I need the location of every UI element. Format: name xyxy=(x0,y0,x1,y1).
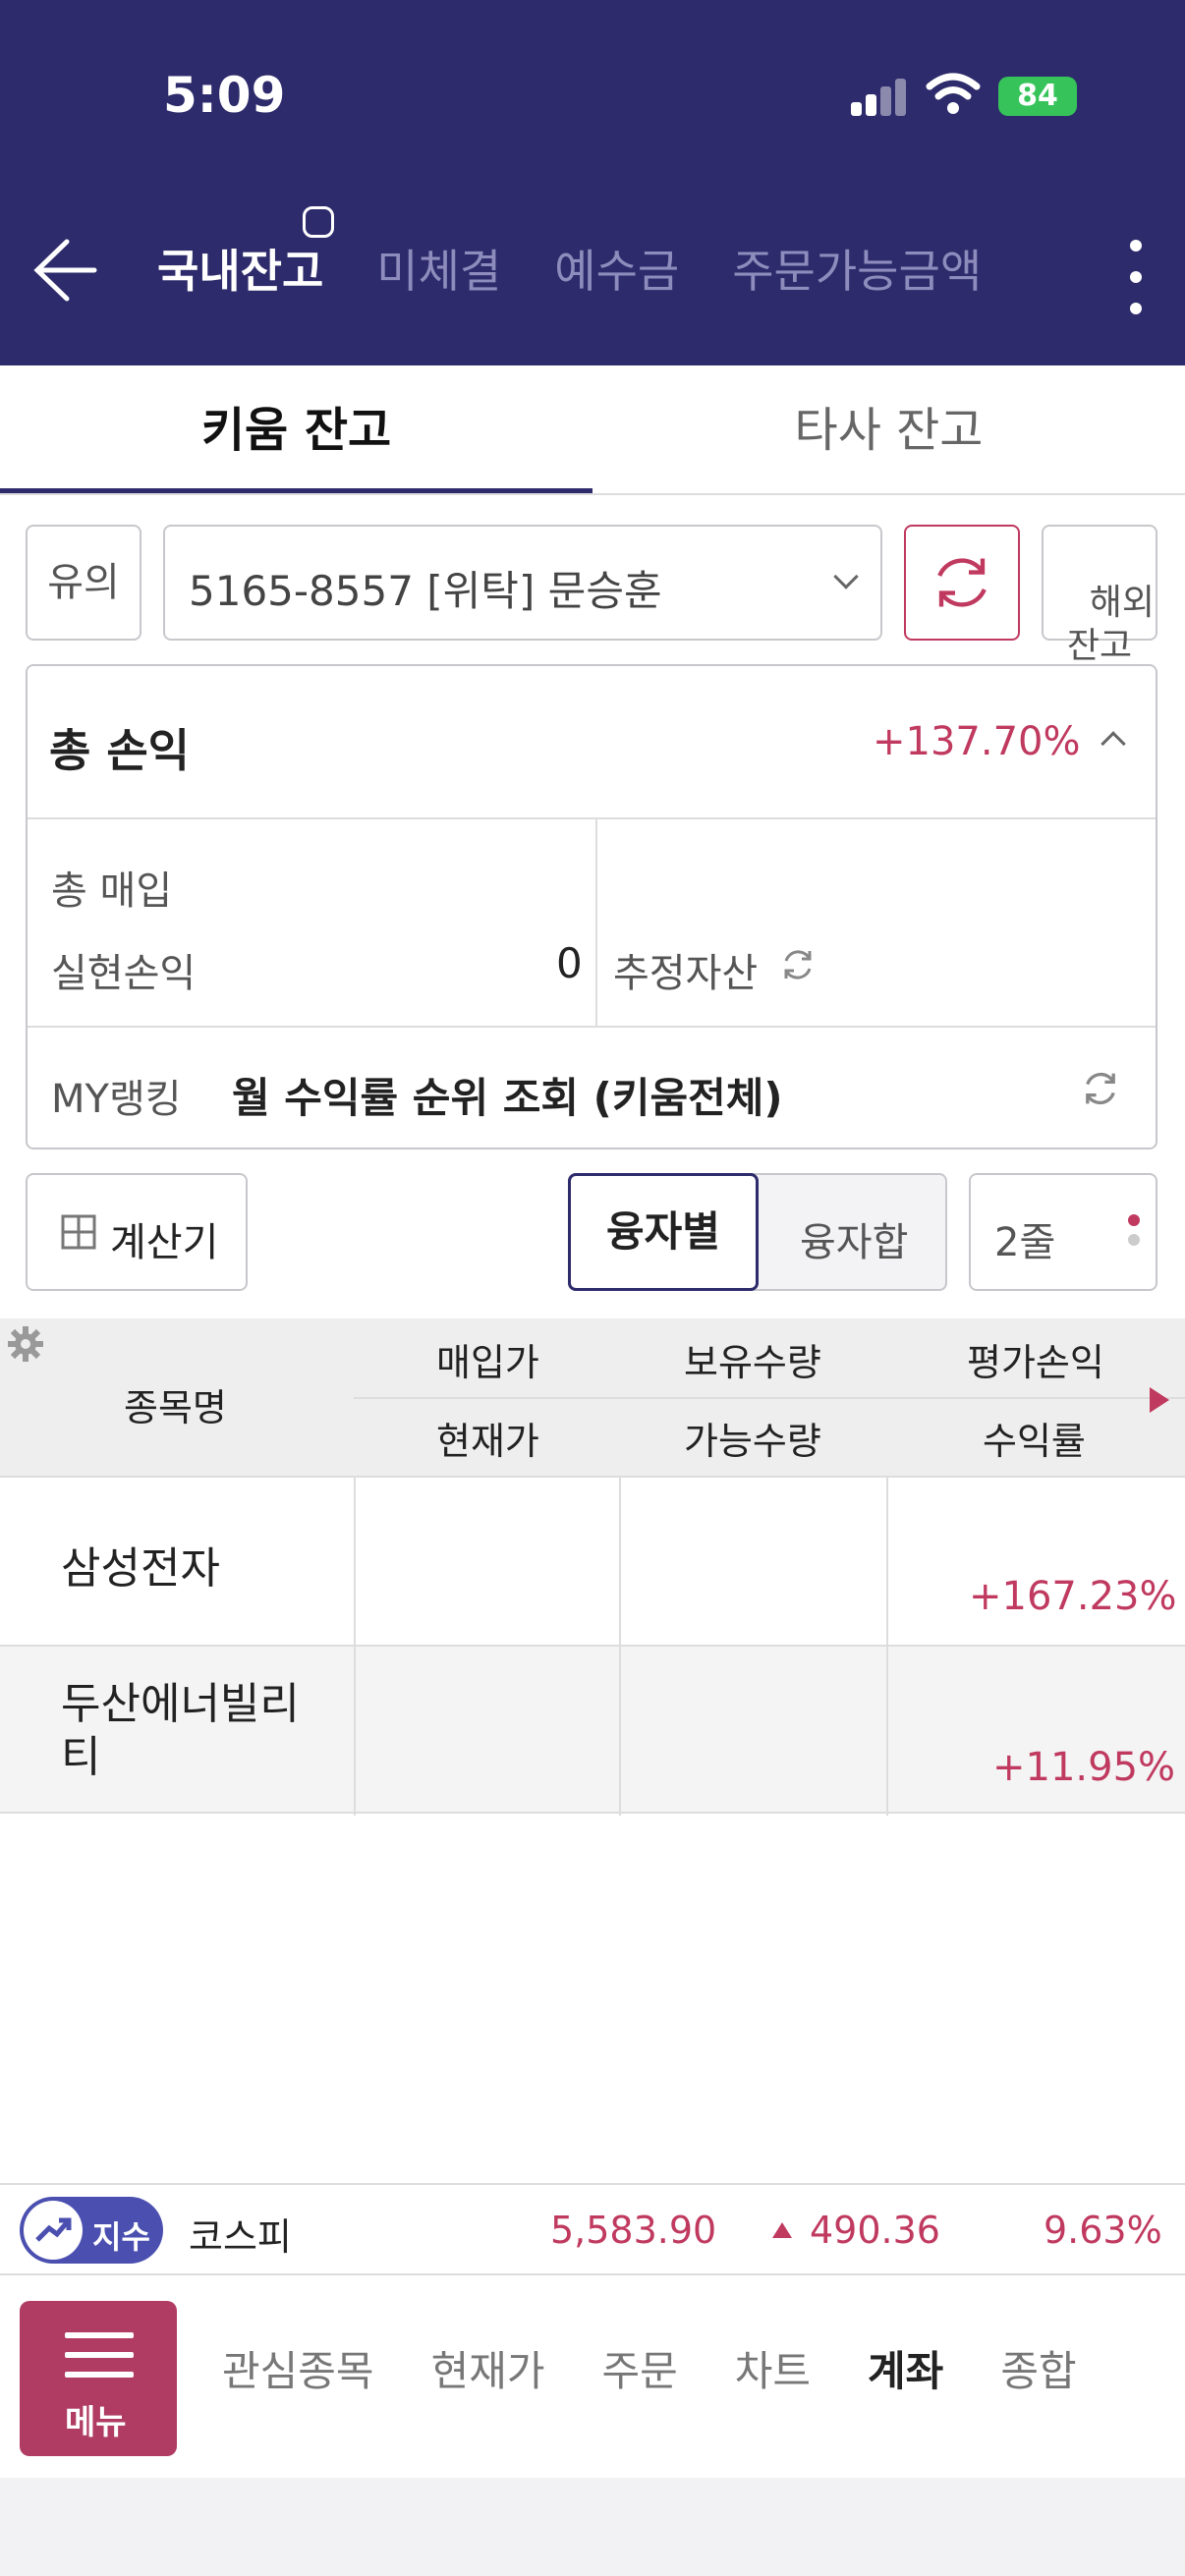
calculator-icon xyxy=(61,1214,96,1250)
tab-kiwoom-balance[interactable]: 키움 잔고 xyxy=(0,365,592,493)
holdings-table-header: 종목명 매입가 현재가 보유수량 가능수량 평가손익 수익률 xyxy=(0,1318,1185,1476)
col-available-qty[interactable]: 가능수량 xyxy=(684,1411,821,1465)
loan-by-item-button[interactable]: 융자별 xyxy=(568,1173,759,1291)
gear-icon[interactable] xyxy=(6,1324,45,1364)
battery-indicator: 84 xyxy=(998,77,1077,116)
nav-order[interactable]: 주문 xyxy=(601,2338,677,2398)
tab-order-available[interactable]: 주문가능금액 xyxy=(732,236,982,301)
more-options-icon[interactable] xyxy=(1130,240,1144,316)
signal-icon xyxy=(851,79,906,116)
header-tabs: 국내잔고 미체결 예수금 주문가능금액 xyxy=(157,236,982,301)
divider xyxy=(354,1478,356,1647)
copy-icon[interactable] xyxy=(303,206,334,238)
tab-domestic-balance[interactable]: 국내잔고 xyxy=(157,236,323,301)
myranking-link[interactable]: 월 수익률 순위 조회 (키움전체) xyxy=(232,1065,783,1125)
balance-panel: 키움 잔고 타사 잔고 유의 5165-8557 [위탁] 문승훈 해외 잔고 … xyxy=(0,365,1185,2183)
account-selector[interactable]: 5165-8557 [위탁] 문승훈 xyxy=(163,525,882,641)
loan-sum-button[interactable]: 융자합 xyxy=(800,1210,908,1267)
app-header: 5:09 84 국내잔고 미체결 예수금 주문가능금액 xyxy=(0,0,1185,365)
dots-icon xyxy=(1128,1214,1140,1258)
total-purchase-label: 총 매입 xyxy=(51,868,173,914)
index-ticker[interactable]: 지수 코스피 5,583.90 490.36 9.63% xyxy=(0,2183,1185,2275)
overseas-balance-label: 해외 잔고 xyxy=(1066,583,1156,666)
total-pl-rate: +137.70% xyxy=(873,719,1081,764)
divider xyxy=(354,1397,1185,1399)
menu-icon xyxy=(65,2332,134,2391)
balance-subtabs: 키움 잔고 타사 잔고 xyxy=(0,365,1185,495)
bottom-nav: 메뉴 관심종목 현재가 주문 차트 계좌 종합 xyxy=(0,2275,1185,2478)
summary-card: 총 손익 +137.70% 총 매입 실현손익 0 추정자산 MY랭킹 월 수익… xyxy=(26,664,1157,1149)
divider xyxy=(619,1478,621,1647)
chevron-up-icon[interactable] xyxy=(1100,731,1126,756)
divider xyxy=(354,1647,356,1816)
myranking-label: MY랭킹 xyxy=(51,1077,182,1122)
col-current-price[interactable]: 현재가 xyxy=(436,1411,539,1465)
back-icon[interactable] xyxy=(29,236,98,305)
nav-overview[interactable]: 종합 xyxy=(1000,2338,1076,2398)
estimated-assets-label: 추정자산 xyxy=(613,951,759,996)
divider xyxy=(28,1026,1156,1028)
index-badge[interactable]: 지수 xyxy=(20,2197,163,2264)
return-rate: +167.23% xyxy=(969,1574,1177,1619)
wifi-icon xyxy=(926,73,981,114)
calculator-button[interactable]: 계산기 xyxy=(26,1173,248,1291)
realized-pl-label: 실현손익 xyxy=(51,951,197,996)
notice-button[interactable]: 유의 xyxy=(26,525,141,641)
table-row[interactable]: 두산에너빌리 티 +11.95% xyxy=(0,1645,1185,1816)
account-text: 5165-8557 [위탁] 문승훈 xyxy=(189,567,662,615)
scroll-right-icon[interactable] xyxy=(1148,1385,1171,1415)
index-name: 코스피 xyxy=(189,2215,292,2259)
trend-icon xyxy=(24,2201,83,2260)
stock-name: 삼성전자 xyxy=(61,1543,220,1594)
loan-by-item-label: 융자별 xyxy=(606,1207,720,1256)
nav-account[interactable]: 계좌 xyxy=(868,2338,943,2398)
menu-button[interactable]: 메뉴 xyxy=(20,2301,177,2456)
col-buy-price[interactable]: 매입가 xyxy=(436,1332,539,1386)
index-value: 5,583.90 xyxy=(550,2209,717,2252)
refresh-icon[interactable] xyxy=(1079,1067,1122,1110)
divider xyxy=(886,1478,888,1647)
col-name[interactable]: 종목명 xyxy=(124,1377,227,1431)
notice-label: 유의 xyxy=(47,560,120,605)
refresh-icon[interactable] xyxy=(778,945,818,984)
table-row[interactable]: 삼성전자 +167.23% xyxy=(0,1476,1185,1647)
menu-label: 메뉴 xyxy=(65,2403,127,2442)
arrow-up-icon xyxy=(772,2222,792,2238)
status-time: 5:09 xyxy=(163,67,286,124)
col-eval-pl[interactable]: 평가손익 xyxy=(967,1332,1104,1386)
divider xyxy=(595,819,597,1026)
index-change-rate: 9.63% xyxy=(1044,2209,1162,2252)
divider xyxy=(886,1647,888,1816)
index-change: 490.36 xyxy=(810,2209,940,2252)
realized-pl-value: 0 xyxy=(556,939,583,987)
col-holding-qty[interactable]: 보유수량 xyxy=(684,1332,821,1386)
overseas-balance-button[interactable]: 해외 잔고 xyxy=(1042,525,1157,666)
row-lines-selector[interactable]: 2줄 xyxy=(969,1173,1157,1291)
index-badge-label: 지수 xyxy=(92,2218,150,2256)
row-lines-label: 2줄 xyxy=(994,1220,1056,1265)
chevron-down-icon xyxy=(833,564,859,589)
nav-items: 관심종목 현재가 주문 차트 계좌 종합 xyxy=(222,2338,1077,2398)
stock-name: 두산에너빌리 티 xyxy=(61,1679,300,1782)
nav-chart[interactable]: 차트 xyxy=(735,2338,811,2398)
refresh-button[interactable] xyxy=(904,525,1020,641)
return-rate: +11.95% xyxy=(992,1745,1176,1790)
col-return-rate[interactable]: 수익률 xyxy=(983,1411,1086,1465)
refresh-icon xyxy=(937,558,987,607)
divider xyxy=(28,817,1156,819)
nav-watchlist[interactable]: 관심종목 xyxy=(222,2338,374,2398)
nav-current-price[interactable]: 현재가 xyxy=(431,2338,545,2398)
calculator-label: 계산기 xyxy=(110,1220,219,1265)
tab-other-broker-balance[interactable]: 타사 잔고 xyxy=(592,365,1185,493)
tab-unfilled[interactable]: 미체결 xyxy=(376,236,501,301)
divider xyxy=(619,1647,621,1816)
total-pl-label: 총 손익 xyxy=(49,724,190,777)
tab-deposit[interactable]: 예수금 xyxy=(554,236,679,301)
loan-toggle: 융자별 융자합 xyxy=(568,1173,947,1291)
